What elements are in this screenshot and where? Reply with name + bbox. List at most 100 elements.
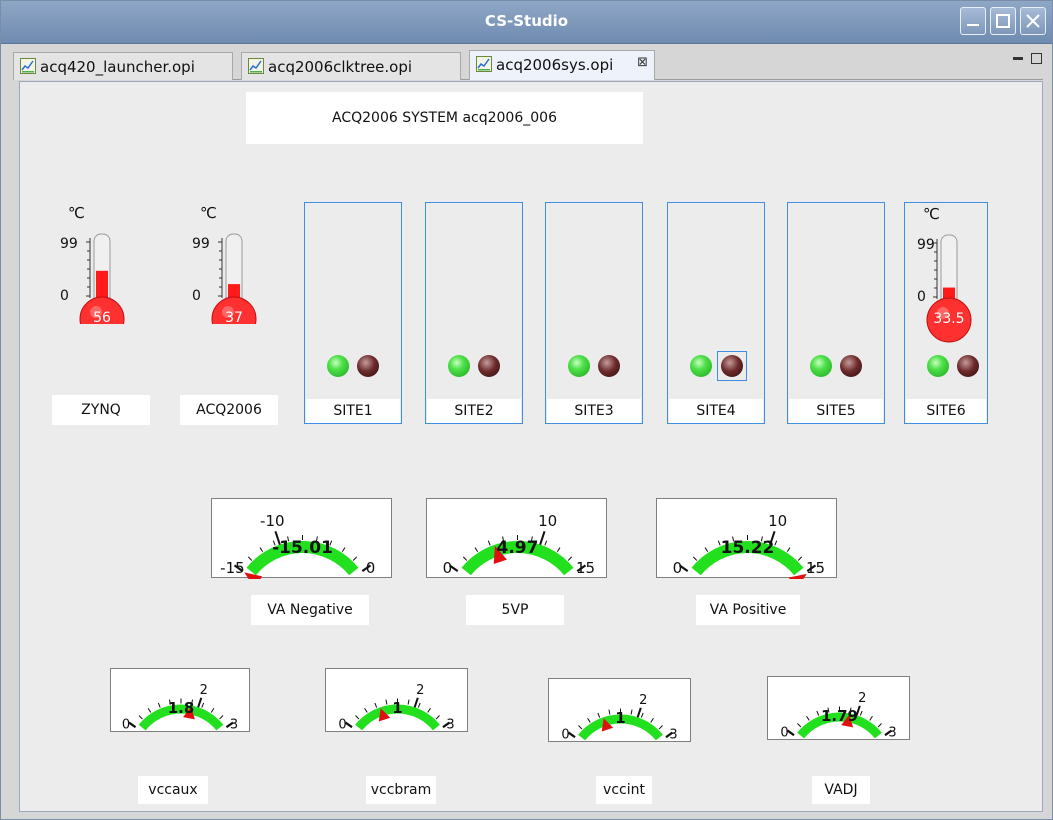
gauge-tick: [435, 715, 440, 720]
title-bar[interactable]: CS-Studio: [1, 1, 1052, 44]
temperature-value: 56: [93, 310, 111, 326]
maximize-icon: [996, 14, 1010, 28]
meter-label: VA Negative: [251, 595, 369, 625]
status-led-green: [810, 355, 832, 377]
temperature-value: 33.5: [933, 311, 965, 327]
close-icon: [1026, 14, 1040, 28]
gauge-tick: [355, 715, 360, 720]
page-title: ACQ2006 SYSTEM acq2006_006: [246, 92, 643, 144]
gauge-tick: [462, 556, 468, 561]
site-label: SITE5: [789, 399, 883, 423]
gauge-min-label: 0: [780, 725, 788, 740]
gauge-max-label: 15: [806, 559, 825, 577]
gauge-tick: [157, 702, 161, 708]
minimize-view-icon[interactable]: [1013, 57, 1023, 60]
status-led-dark[interactable]: [721, 355, 743, 377]
status-led-green: [448, 355, 470, 377]
meter-gauge: 0 15 10 15.22: [673, 512, 825, 579]
gauge-max-label: 3: [446, 717, 454, 732]
site-label: SITE4: [669, 399, 763, 423]
gauge-tick: [341, 547, 346, 553]
gauge-tick: [219, 715, 224, 720]
gauge-tick: [608, 709, 611, 715]
gauge-tick: [247, 556, 253, 561]
meter-label: VA Positive: [696, 595, 800, 625]
gauge-tick: [692, 556, 698, 561]
tab-acq2006sys[interactable]: acq2006sys.opi ⊠: [469, 50, 655, 80]
opi-display-canvas: ACQ2006 SYSTEM acq2006_006 ℃ 99 0 56 ZYN…: [19, 81, 1043, 812]
gauge-value: 1: [392, 699, 402, 717]
gauge-tick: [797, 556, 803, 561]
maximize-view-icon[interactable]: [1031, 53, 1042, 64]
site-panel-1: SITE1: [304, 202, 402, 424]
gauge-tick: [556, 547, 561, 553]
gauge-tick: [147, 707, 152, 713]
gauge-tick: [427, 707, 431, 713]
meter-gauge: 0 3 21: [338, 683, 454, 732]
close-button[interactable]: [1020, 7, 1046, 35]
status-led-green: [568, 355, 590, 377]
gauge-tick: [650, 717, 654, 723]
gauge-tick: [197, 697, 203, 708]
gauge-tick: [704, 547, 709, 553]
gauge-tick: [877, 723, 882, 728]
opi-file-icon: [476, 56, 492, 72]
gauge-max-label: 15: [576, 559, 595, 577]
meter-label: vccbram: [366, 776, 436, 804]
gauge-tick: [658, 725, 663, 730]
tab-acq420-launcher[interactable]: acq420_launcher.opi: [13, 52, 233, 80]
tab-label: acq2006sys.opi: [496, 56, 614, 74]
gauge-tick: [774, 540, 778, 546]
status-led-dark: [957, 355, 979, 377]
gauge-tick: [786, 547, 791, 553]
gauge-tick: [539, 531, 546, 545]
meter-5vp: 0 15 10 4.97: [426, 498, 607, 578]
site-label: SITE2: [427, 399, 521, 423]
gauge-min-label: 0: [673, 559, 683, 577]
opi-file-icon: [20, 58, 36, 74]
gauge-tick: [385, 699, 388, 705]
status-led-dark: [598, 355, 620, 377]
thermometer-zynq: ℃ 99 0 56: [50, 202, 140, 326]
gauge-tick: [374, 702, 378, 708]
status-led-dark: [840, 355, 862, 377]
gauge-min-label: 0: [443, 559, 453, 577]
gauge-value: 1: [615, 709, 625, 727]
tab-acq2006clktree[interactable]: acq2006clktree.opi: [241, 52, 461, 80]
gauge-value: 4.97: [497, 538, 539, 558]
gauge-value: -15.01: [272, 538, 333, 558]
gauge-mid-label: 10: [768, 512, 787, 530]
gauge-tick: [417, 702, 421, 708]
meter-gauge: 0 3 21: [561, 693, 677, 742]
gauge-needle: [788, 573, 807, 579]
tab-label: acq420_launcher.opi: [40, 58, 195, 76]
status-led-dark: [357, 355, 379, 377]
gauge-mid-label: -10: [260, 512, 285, 530]
meter-gauge: 0 3 2 1.8: [122, 683, 238, 732]
meter-vccint: 0 3 21: [548, 678, 691, 742]
gauge-max-label: 3: [669, 727, 677, 742]
site-label: SITE3: [547, 399, 641, 423]
gauge-max-label: 3: [230, 717, 238, 732]
site-panel-2: SITE2: [425, 202, 523, 424]
site-panel-3: SITE3: [545, 202, 643, 424]
gauge-max-label: 3: [888, 725, 896, 740]
thermometer-label-acq2006: ACQ2006: [180, 395, 278, 425]
view-controls: [1013, 51, 1042, 65]
minimize-button[interactable]: [960, 7, 986, 35]
tab-close-icon[interactable]: ⊠: [637, 55, 648, 70]
maximize-button[interactable]: [990, 7, 1016, 35]
gauge-tick: [474, 547, 479, 553]
gauge-tick: [201, 702, 205, 708]
meter-vccbram: 0 3 21: [325, 668, 468, 732]
application-window: CS-Studio acq420_launcher.opi acq2006clk…: [0, 0, 1053, 820]
gauge-tick: [567, 556, 573, 561]
status-led-green: [927, 355, 949, 377]
gauge-tick: [597, 712, 601, 718]
gauge-tick: [816, 710, 820, 716]
meter-va-positive: 0 15 10 15.22: [656, 498, 837, 579]
window-title: CS-Studio: [484, 12, 569, 30]
gauge-tick: [210, 707, 215, 713]
thermometer-label-zynq: ZYNQ: [52, 395, 150, 425]
gauge-tick: [578, 725, 583, 730]
